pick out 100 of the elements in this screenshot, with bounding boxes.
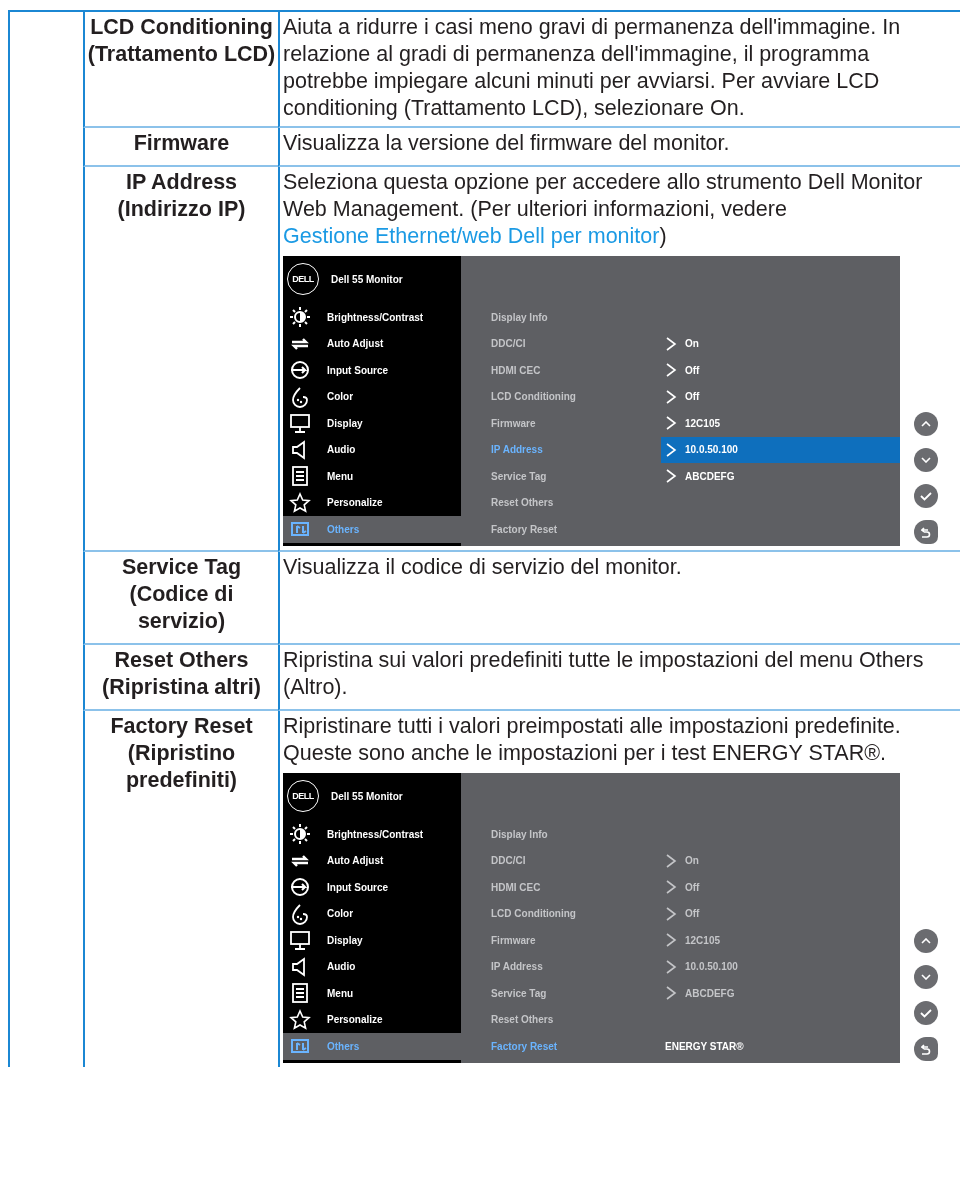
menu-icon xyxy=(289,982,311,1005)
back-button[interactable] xyxy=(914,1037,938,1061)
menu-item[interactable]: Audio xyxy=(283,953,461,980)
check-button[interactable] xyxy=(914,484,938,508)
row-label: Factory Reset (Ripristino predefiniti) xyxy=(109,713,254,794)
back-icon xyxy=(921,526,931,538)
menu-item[interactable]: Others xyxy=(283,516,461,543)
back-icon xyxy=(921,1043,931,1055)
submenu-item[interactable]: Firmware xyxy=(461,934,661,946)
menu-item[interactable]: Input Source xyxy=(283,357,461,384)
row-label: Reset Others (Ripristina altri) xyxy=(101,647,262,701)
row-label: IP Address (Indirizzo IP) xyxy=(116,169,247,223)
setting-value: 10.0.50.100 xyxy=(661,953,900,980)
menu-item[interactable]: Personalize xyxy=(283,1006,461,1033)
submenu-item[interactable]: HDMI CEC xyxy=(461,364,661,376)
submenu-item[interactable]: Factory Reset xyxy=(461,523,661,535)
link[interactable]: Gestione Ethernet/web Dell per monitor xyxy=(283,224,660,248)
setting-value: ABCDEFG xyxy=(661,980,900,1007)
check-button[interactable] xyxy=(914,1001,938,1025)
setting-value: ABCDEFG xyxy=(661,463,900,490)
menu-item[interactable]: Auto Adjust xyxy=(283,847,461,874)
up-button[interactable] xyxy=(914,412,938,436)
description: Seleziona questa opzione per accedere allo strumento Dell Monitor Web Management. (Per ulteriori informazioni, vedere Gestione Ethernet/web Dell per monitor) xyxy=(283,169,924,250)
setting-value: On xyxy=(661,330,900,357)
submenu-item[interactable]: IP Address xyxy=(461,444,661,456)
brightness-icon xyxy=(289,823,311,846)
submenu-item[interactable]: LCD Conditioning xyxy=(461,391,661,403)
menu-item[interactable]: Display xyxy=(283,927,461,954)
monitor-icon xyxy=(289,929,311,952)
description: Ripristina sui valori predefiniti tutte le impostazioni del menu Others (Altro). xyxy=(283,647,925,701)
osd-title: Dell 55 Monitor xyxy=(331,273,403,285)
menu-item[interactable]: Others xyxy=(283,1033,461,1060)
down-icon xyxy=(921,457,931,463)
setting-value: 10.0.50.100 xyxy=(661,436,900,463)
submenu-item[interactable]: Service Tag xyxy=(461,470,661,482)
chevron-icon xyxy=(665,441,677,458)
description: Ripristinare tutti i valori preimpostati alle impostazioni predefinite. Queste sono anche le impostazioni per i test ENERGY STAR®. xyxy=(283,713,902,767)
chevron-icon xyxy=(665,468,677,485)
up-icon xyxy=(921,938,931,944)
menu-item[interactable]: Input Source xyxy=(283,874,461,901)
submenu-item[interactable]: Factory Reset xyxy=(461,1040,661,1052)
setting-value: Off xyxy=(661,900,900,927)
row-label: LCD Conditioning (Trattamento LCD) xyxy=(87,14,276,68)
color-drop-icon xyxy=(289,385,311,408)
chevron-icon xyxy=(665,932,677,949)
submenu-item[interactable]: DDC/CI xyxy=(461,338,661,350)
osd-title: Dell 55 Monitor xyxy=(331,790,403,802)
description: Visualizza il codice di servizio del monitor. xyxy=(283,554,683,581)
setting-value: Off xyxy=(661,383,900,410)
menu-item[interactable]: Auto Adjust xyxy=(283,330,461,357)
setting-value: Off xyxy=(661,357,900,384)
menu-item[interactable]: Menu xyxy=(283,980,461,1007)
chevron-icon xyxy=(665,879,677,896)
menu-item[interactable]: Brightness/Contrast xyxy=(283,821,461,848)
info-text: ENERGY STAR® xyxy=(664,1040,744,1052)
submenu-item[interactable]: Firmware xyxy=(461,417,661,429)
chevron-icon xyxy=(665,362,677,379)
chevron-icon xyxy=(665,335,677,352)
description: Aiuta a ridurre i casi meno gravi di permanenza dell'immagine. In relazione al gradi di permanenza dell'immagine, il programma potrebbe impiegare alcuni minuti per avviarsi. Per avviare LCD conditioning (Trattamento LCD), selezionare On. xyxy=(283,14,902,122)
setting-value: 12C105 xyxy=(661,927,900,954)
menu-item[interactable]: Color xyxy=(283,383,461,410)
row-label: Firmware xyxy=(133,130,230,157)
menu-item[interactable]: Personalize xyxy=(283,489,461,516)
menu-item[interactable]: Color xyxy=(283,900,461,927)
submenu-item[interactable]: Reset Others xyxy=(461,497,661,509)
chevron-icon xyxy=(665,958,677,975)
back-button[interactable] xyxy=(914,520,938,544)
star-icon xyxy=(289,491,311,514)
submenu-item[interactable]: Display Info xyxy=(461,828,661,840)
up-button[interactable] xyxy=(914,929,938,953)
menu-item[interactable]: Audio xyxy=(283,436,461,463)
chevron-icon xyxy=(665,905,677,922)
chevron-icon xyxy=(665,985,677,1002)
submenu-item[interactable]: IP Address xyxy=(461,961,661,973)
setting-value: On xyxy=(661,847,900,874)
check-icon xyxy=(920,491,932,501)
submenu-item[interactable]: HDMI CEC xyxy=(461,881,661,893)
input-icon xyxy=(289,359,311,382)
submenu-item[interactable]: Display Info xyxy=(461,311,661,323)
submenu-item[interactable]: Reset Others xyxy=(461,1014,661,1026)
menu-icon xyxy=(289,465,311,488)
down-button[interactable] xyxy=(914,448,938,472)
menu-item[interactable]: Display xyxy=(283,410,461,437)
menu-item[interactable]: Brightness/Contrast xyxy=(283,304,461,331)
down-button[interactable] xyxy=(914,965,938,989)
description: Visualizza la versione del firmware del monitor. xyxy=(283,130,731,157)
input-icon xyxy=(289,876,311,899)
star-icon xyxy=(289,1008,311,1031)
chevron-icon xyxy=(665,415,677,432)
menu-item[interactable]: Menu xyxy=(283,463,461,490)
monitor-icon xyxy=(289,412,311,435)
submenu-item[interactable]: Service Tag xyxy=(461,987,661,999)
brightness-icon xyxy=(289,306,311,329)
submenu-item[interactable]: LCD Conditioning xyxy=(461,908,661,920)
chevron-icon xyxy=(665,388,677,405)
check-icon xyxy=(920,1008,932,1018)
down-icon xyxy=(921,974,931,980)
submenu-item[interactable]: DDC/CI xyxy=(461,855,661,867)
setting-value: Off xyxy=(661,874,900,901)
chevron-icon xyxy=(665,852,677,869)
